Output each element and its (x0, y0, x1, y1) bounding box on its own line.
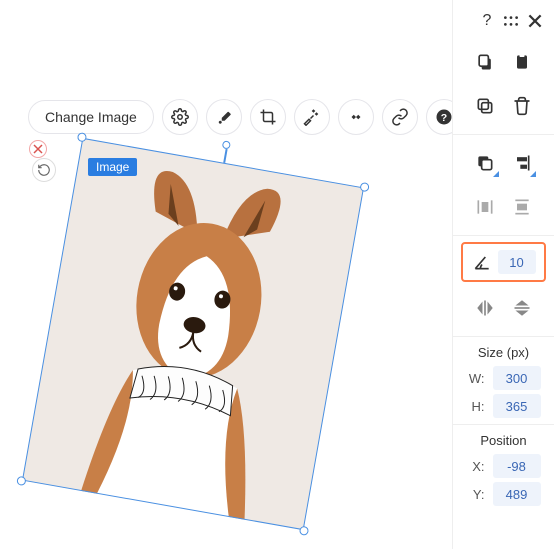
resize-handle-br[interactable] (299, 526, 309, 536)
y-input[interactable] (493, 482, 541, 506)
angle-icon (472, 252, 492, 272)
undo-icon (37, 163, 51, 177)
size-section-title: Size (px) (453, 345, 554, 360)
rotation-handle[interactable] (222, 140, 231, 149)
panel-help-button[interactable]: ? (478, 12, 496, 30)
trash-icon (512, 96, 532, 116)
x-label: X: (467, 459, 485, 474)
animation-button[interactable] (338, 99, 374, 135)
flip-h-icon (475, 298, 495, 318)
panel-close-button[interactable] (526, 12, 544, 30)
svg-text:?: ? (441, 112, 447, 124)
width-label: W: (467, 371, 485, 386)
link-button[interactable] (382, 99, 418, 135)
properties-panel: ? Size (px) W: H: Position X: Y: (452, 0, 554, 549)
y-label: Y: (467, 487, 485, 502)
duplicate-icon (475, 96, 495, 116)
settings-button[interactable] (162, 99, 198, 135)
copy-button[interactable] (471, 48, 499, 76)
arrange-forward-button[interactable] (471, 149, 499, 177)
selected-image-frame[interactable] (22, 138, 364, 530)
copy-icon (475, 52, 495, 72)
question-icon: ? (483, 12, 492, 30)
brush-icon (215, 108, 233, 126)
crop-button[interactable] (250, 99, 286, 135)
flip-vertical-button[interactable] (508, 294, 536, 322)
distribute-h-icon (475, 197, 495, 217)
link-icon (391, 108, 409, 126)
x-icon (33, 144, 43, 154)
change-image-button[interactable]: Change Image (28, 100, 154, 134)
align-right-icon (512, 153, 532, 173)
selection-label: Image (88, 158, 137, 176)
color-picker-button[interactable] (206, 99, 242, 135)
position-section-title: Position (453, 433, 554, 448)
height-input[interactable] (493, 394, 541, 418)
remove-button[interactable] (29, 140, 47, 158)
crop-icon (259, 108, 277, 126)
diamonds-icon (347, 108, 365, 126)
height-label: H: (467, 399, 485, 414)
help-icon: ? (435, 108, 453, 126)
gear-icon (171, 108, 189, 126)
resize-handle-tr[interactable] (359, 182, 369, 192)
resize-handle-bl[interactable] (16, 476, 26, 486)
magic-button[interactable] (294, 99, 330, 135)
wand-icon (303, 108, 321, 126)
rotation-row (461, 242, 546, 282)
image-content (22, 138, 364, 530)
delete-button[interactable] (508, 92, 536, 120)
grip-icon (502, 12, 520, 30)
panel-drag-handle[interactable] (502, 12, 520, 30)
distribute-h-button[interactable] (471, 193, 499, 221)
width-input[interactable] (493, 366, 541, 390)
flip-v-icon (512, 298, 532, 318)
undo-button[interactable] (32, 158, 56, 182)
x-input[interactable] (493, 454, 541, 478)
bring-forward-icon (475, 153, 495, 173)
paste-button[interactable] (508, 48, 536, 76)
duplicate-button[interactable] (471, 92, 499, 120)
rotation-input[interactable] (498, 250, 536, 274)
distribute-v-icon (512, 197, 532, 217)
paste-icon (512, 52, 532, 72)
close-icon (526, 12, 544, 30)
image-toolbar: Change Image ? (28, 99, 462, 135)
distribute-v-button[interactable] (508, 193, 536, 221)
align-button[interactable] (508, 149, 536, 177)
flip-horizontal-button[interactable] (471, 294, 499, 322)
